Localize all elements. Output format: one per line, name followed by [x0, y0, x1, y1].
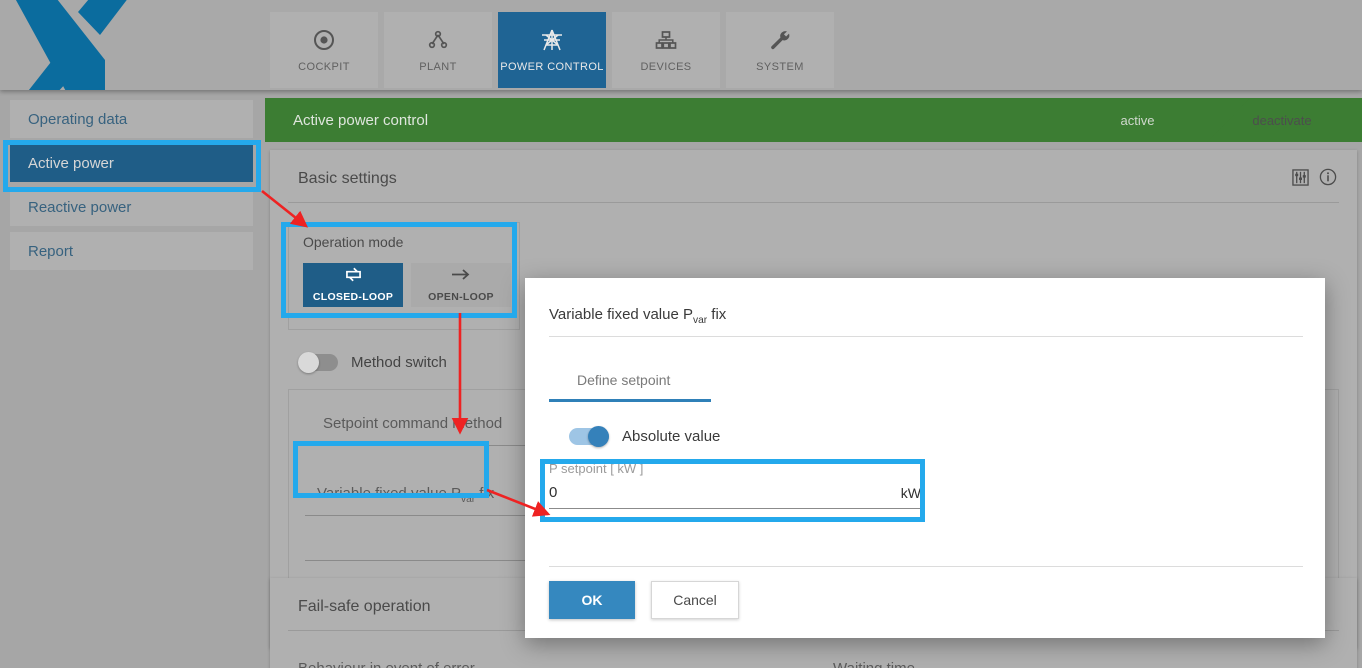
- variable-fixed-value-label-sub: var: [460, 494, 476, 505]
- failsafe-behaviour-label: Behaviour in event of error: [298, 660, 475, 668]
- sidebar-item-reactive-power[interactable]: Reactive power: [10, 188, 253, 226]
- wrench-icon: [768, 28, 792, 52]
- sidebar-item-operating-data[interactable]: Operating data: [10, 100, 253, 138]
- main-navigation: COCKPIT PLANT POWER CONTROL DEVICES SYST…: [270, 12, 834, 88]
- p-setpoint-caption: P setpoint [ kW ]: [549, 461, 644, 476]
- sidebar-item-report[interactable]: Report: [10, 232, 253, 270]
- dialog-title-post: fix: [707, 306, 727, 323]
- dialog-footer-divider: [549, 566, 1303, 567]
- power-pylon-icon: [539, 28, 565, 52]
- dialog-title-pre: Variable fixed value P: [549, 306, 693, 323]
- nav-tab-devices-label: DEVICES: [640, 60, 692, 73]
- absolute-value-label: Absolute value: [622, 428, 721, 445]
- app-root: COCKPIT PLANT POWER CONTROL DEVICES SYST…: [0, 0, 1362, 668]
- page-title: Active power control: [293, 111, 429, 129]
- variable-fixed-value-dialog: Variable fixed value Pvar fix Define set…: [525, 278, 1325, 638]
- ok-button-label: OK: [581, 592, 603, 608]
- tab-define-setpoint[interactable]: Define setpoint: [549, 362, 698, 398]
- dialog-tabs: Define setpoint: [549, 362, 698, 398]
- nav-tab-cockpit[interactable]: COCKPIT: [270, 12, 378, 88]
- state-toggle: active deactivate: [1065, 98, 1362, 142]
- dialog-title-divider: [549, 336, 1303, 337]
- sidebar-item-operating-data-label: Operating data: [28, 110, 128, 128]
- sidebar-item-active-power-label: Active power: [28, 154, 114, 172]
- setpoint-command-method-label: Setpoint command method: [323, 415, 503, 432]
- basic-settings-divider: [288, 202, 1339, 203]
- plant-network-icon: [426, 28, 450, 52]
- dialog-title-sub: var: [692, 315, 708, 326]
- failsafe-waiting-time-label: Waiting time: [833, 660, 915, 668]
- dialog-title: Variable fixed value Pvar fix: [549, 306, 726, 326]
- x-logo-icon: [0, 0, 180, 90]
- state-toggle-deactivate-label: deactivate: [1252, 112, 1312, 128]
- nav-tab-power-control[interactable]: POWER CONTROL: [498, 12, 606, 88]
- absolute-value-row: Absolute value: [569, 426, 721, 447]
- operation-mode-buttons: CLOSED-LOOP OPEN-LOOP: [303, 263, 511, 307]
- nav-tab-devices[interactable]: DEVICES: [612, 12, 720, 88]
- nav-tab-system[interactable]: SYSTEM: [726, 12, 834, 88]
- sidebar-item-active-power[interactable]: Active power: [10, 144, 253, 182]
- cancel-button-label: Cancel: [673, 592, 717, 608]
- nav-tab-system-label: SYSTEM: [756, 60, 804, 73]
- cockpit-target-icon: [312, 28, 336, 52]
- absolute-value-toggle[interactable]: [569, 426, 609, 447]
- variable-fixed-value-label: Variable fixed value Pvar fix: [317, 485, 494, 505]
- devices-tree-icon: [654, 28, 678, 52]
- operation-mode-closed-loop-button[interactable]: CLOSED-LOOP: [303, 263, 403, 307]
- settings-sliders-icon[interactable]: [1292, 168, 1309, 191]
- nav-tab-cockpit-label: COCKPIT: [298, 60, 350, 73]
- operation-mode-closed-loop-label: CLOSED-LOOP: [312, 291, 394, 303]
- p-setpoint-field[interactable]: P setpoint [ kW ] 0 kW: [549, 461, 921, 509]
- info-icon[interactable]: [1319, 168, 1337, 191]
- variable-fixed-value-label-pre: Variable fixed value P: [317, 485, 461, 502]
- nav-tab-plant[interactable]: PLANT: [384, 12, 492, 88]
- tab-define-setpoint-label: Define setpoint: [577, 372, 671, 388]
- dialog-buttons: OK Cancel: [549, 581, 739, 619]
- operation-mode-open-loop-button[interactable]: OPEN-LOOP: [411, 263, 511, 307]
- method-switch-toggle[interactable]: [298, 352, 338, 373]
- state-toggle-deactivate[interactable]: deactivate: [1202, 98, 1362, 142]
- method-switch-label: Method switch: [351, 354, 447, 371]
- tab-active-underline: [549, 399, 711, 402]
- p-setpoint-value[interactable]: 0: [549, 484, 557, 501]
- operation-mode-title: Operation mode: [303, 234, 404, 250]
- arrow-right-icon: [450, 267, 472, 287]
- nav-tab-power-control-label: POWER CONTROL: [500, 60, 604, 73]
- cancel-button[interactable]: Cancel: [651, 581, 739, 619]
- ok-button[interactable]: OK: [549, 581, 635, 619]
- loop-arrows-icon: [344, 267, 363, 287]
- method-switch-knob: [298, 352, 319, 373]
- failsafe-title: Fail-safe operation: [298, 598, 431, 615]
- basic-settings-card-icons: [1292, 168, 1337, 191]
- basic-settings-title: Basic settings: [298, 170, 397, 187]
- sidebar-item-report-label: Report: [28, 242, 74, 260]
- absolute-value-knob: [588, 426, 609, 447]
- p-setpoint-underline: [549, 508, 921, 509]
- top-bar: COCKPIT PLANT POWER CONTROL DEVICES SYST…: [0, 0, 1362, 90]
- sidebar: Operating data Active power Reactive pow…: [0, 90, 265, 668]
- variable-fixed-value-label-post: fix: [475, 485, 495, 502]
- nav-tab-plant-label: PLANT: [419, 60, 457, 73]
- state-toggle-active-label: active: [1120, 112, 1155, 128]
- p-setpoint-unit: kW: [900, 485, 921, 501]
- sidebar-item-reactive-power-label: Reactive power: [28, 198, 132, 216]
- method-switch-row: Method switch: [298, 352, 447, 373]
- operation-mode-open-loop-label: OPEN-LOOP: [428, 291, 494, 303]
- operation-mode-panel: Operation mode CLOSED-LOOP OPEN-LOOP: [288, 222, 520, 330]
